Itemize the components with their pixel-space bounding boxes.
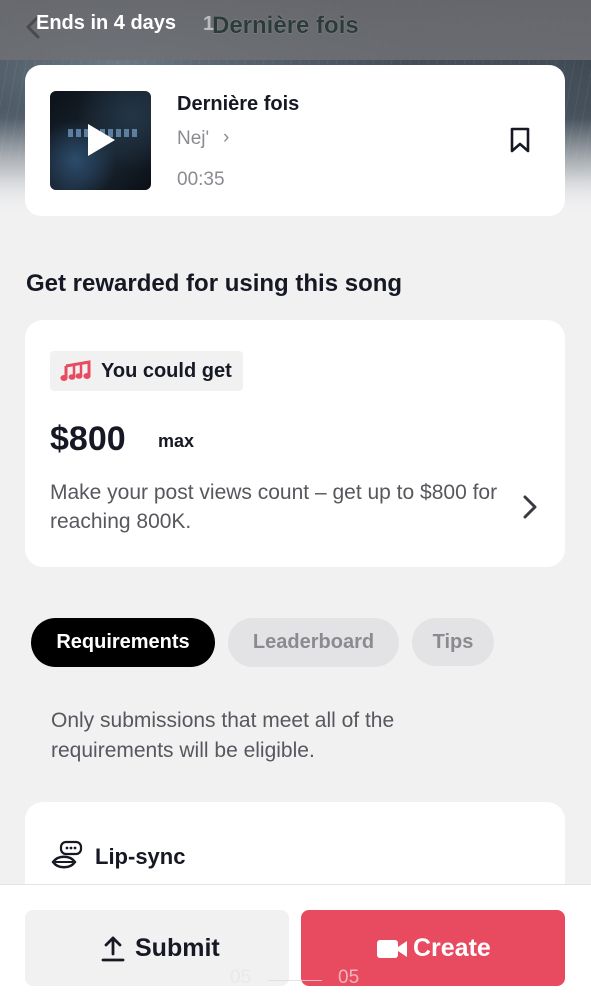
requirements-description: Only submissions that meet all of the re… [51,709,395,762]
playback-total-time: 05 [338,967,360,988]
reward-chip: You could get [50,351,243,391]
song-duration: 00:35 [177,169,225,190]
reward-chip-label: You could get [101,360,232,382]
ends-in-label: Ends in 4 days [36,12,177,34]
lip-sync-icon [51,840,83,869]
playback-current-time: 05 [230,967,252,988]
upload-icon [101,936,125,962]
challenge-screen: Ends in 4 days 1 Dernière fois Dernière … [0,0,591,999]
song-cover[interactable] [50,91,151,190]
bookmark-icon[interactable] [509,127,531,154]
submit-label: Submit [135,934,220,962]
video-camera-icon [377,940,407,958]
reward-amount-suffix: max [158,431,195,451]
song-title: Dernière fois [177,93,300,115]
chevron-right-icon[interactable] [521,492,539,522]
tab-tips[interactable]: Tips [412,618,494,666]
song-card: Dernière fois Nej' › 00:35 [25,65,565,216]
tab-requirements[interactable]: Requirements [31,618,215,667]
reward-description: Make your post views count – get up to $… [50,481,498,533]
top-bar: Ends in 4 days 1 Dernière fois [0,0,591,60]
play-icon[interactable] [88,124,115,156]
bottom-action-bar: Submit Create [0,884,591,999]
reward-card[interactable]: You could get $800 max Make your post vi… [25,320,565,567]
create-label: Create [413,934,491,962]
tab-leaderboard[interactable]: Leaderboard [228,618,399,667]
section-heading: Get rewarded for using this song [26,270,403,297]
music-notes-icon [60,360,91,381]
header-title: Dernière fois [212,12,359,39]
reward-amount: $800 [50,420,126,458]
requirement-label: Lip-sync [95,844,186,869]
playback-progress-line [268,980,322,981]
chevron-right-small-icon: › [223,127,230,148]
artist-link[interactable]: Nej' [177,128,209,150]
